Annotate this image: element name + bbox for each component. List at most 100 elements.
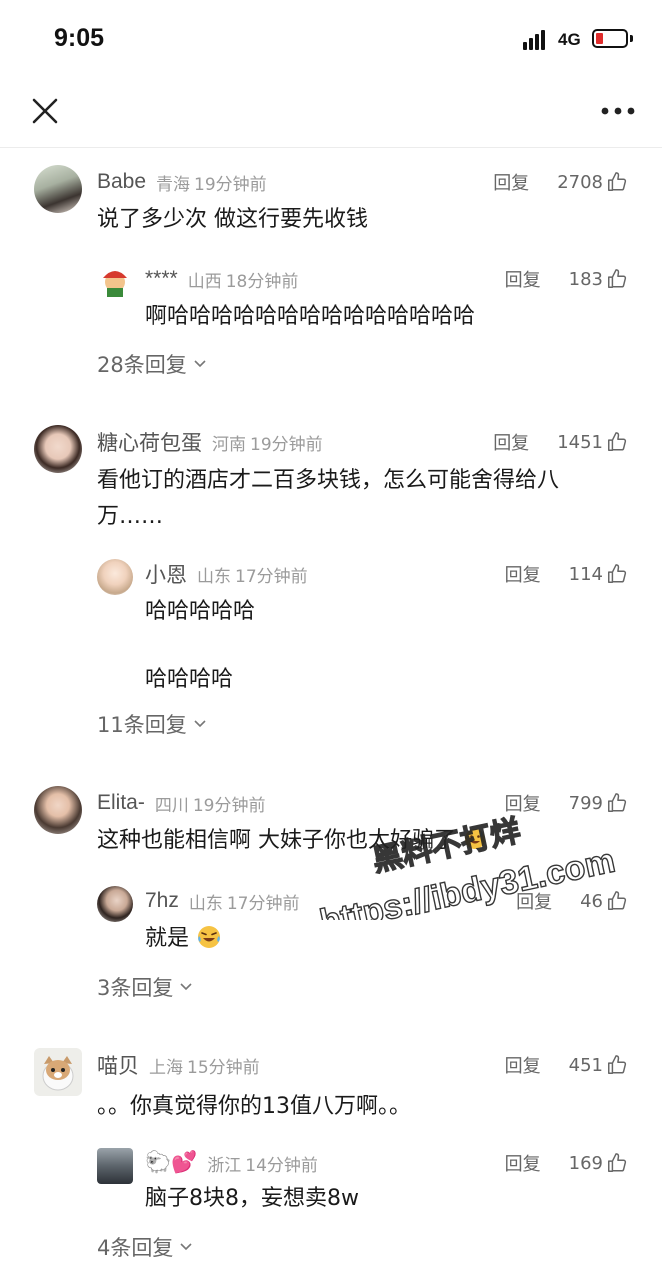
timestamp: 15分钟前 [187, 1057, 260, 1078]
reply-meta: 🐑💕 浙江 14分钟前 [145, 1146, 318, 1180]
reply-button[interactable]: 回复 [505, 561, 541, 587]
reply-button[interactable]: 回复 [516, 888, 552, 914]
reply-button[interactable]: 回复 [505, 790, 541, 816]
like-count: 169 [568, 1152, 603, 1174]
comment-text: 说了多少次 做这行要先收钱 [97, 207, 368, 232]
timestamp: 17分钟前 [235, 566, 308, 587]
reply-item: 7hz 山东 17分钟前 回复 46 就是 [0, 884, 662, 964]
timestamp: 17分钟前 [226, 893, 300, 914]
timestamp: 18分钟前 [225, 271, 299, 292]
grinning-sweat-emoji [465, 829, 485, 849]
thumbs-up-icon[interactable] [606, 1152, 628, 1174]
comment-meta: Elita- 四川 19分钟前 [97, 786, 266, 820]
thumbs-up-icon[interactable] [606, 563, 628, 585]
comment-text: 这种也能相信啊 大妹子你也太好骗了 [97, 824, 617, 858]
like-count: 2708 [557, 171, 603, 193]
status-bar: 9:05 4G [0, 0, 662, 80]
avatar[interactable] [97, 886, 133, 922]
username[interactable]: 小恩 [145, 559, 187, 589]
like-count: 799 [568, 792, 603, 814]
network-label: 4G [558, 30, 581, 49]
more-replies-button[interactable]: 3条回复 [97, 972, 193, 1002]
reply-button[interactable]: 回复 [493, 169, 529, 195]
signal-icon [523, 30, 549, 50]
avatar[interactable] [97, 559, 133, 595]
thumbs-up-icon[interactable] [606, 1054, 628, 1076]
more-replies-label: 4条回复 [97, 1236, 174, 1260]
reply-item: 🐑💕 浙江 14分钟前 回复 169 脑子8块8，妄想卖8w [0, 1146, 662, 1226]
comment-item: Babe 青海 19分钟前 回复 2708 说了多少次 做这行要先收钱 ****… [0, 165, 662, 390]
reply-button[interactable]: 回复 [505, 266, 541, 292]
reply-button[interactable]: 回复 [505, 1052, 541, 1078]
more-replies-label: 11条回复 [97, 713, 187, 737]
avatar[interactable] [34, 425, 82, 473]
username[interactable]: **** [145, 267, 178, 291]
more-replies-button[interactable]: 11条回复 [97, 709, 207, 739]
reply-actions: 回复 183 [505, 262, 628, 296]
chevron-down-icon [194, 360, 206, 368]
chevron-down-icon [194, 720, 206, 728]
avatar[interactable] [97, 264, 133, 300]
battery-cap [630, 35, 633, 42]
more-replies-button[interactable]: 28条回复 [97, 349, 207, 379]
username[interactable]: Elita- [97, 791, 145, 815]
comment-meta: 糖心荷包蛋 河南 19分钟前 [97, 425, 323, 459]
avatar[interactable] [97, 1148, 133, 1184]
username[interactable]: 🐑💕 [145, 1151, 197, 1175]
thumbs-up-icon[interactable] [606, 431, 628, 453]
comment-actions: 回复 451 [505, 1048, 628, 1082]
thumbs-up-icon[interactable] [606, 890, 628, 912]
comment-actions: 回复 799 [505, 786, 628, 820]
reply-button[interactable]: 回复 [505, 1150, 541, 1176]
more-replies-button[interactable]: 4条回复 [97, 1232, 193, 1262]
laughing-tears-emoji [198, 926, 221, 948]
username[interactable]: 喵贝 [97, 1050, 139, 1080]
thumbs-up-icon[interactable] [606, 171, 628, 193]
more-replies-label: 3条回复 [97, 976, 174, 1000]
more-icon[interactable] [600, 106, 636, 116]
location: 河南 [212, 434, 246, 455]
avatar[interactable] [34, 165, 82, 213]
reply-meta: 小恩 山东 17分钟前 [145, 557, 308, 591]
reply-button[interactable]: 回复 [493, 429, 529, 455]
reply-text-line: 哈哈哈哈哈 [145, 599, 256, 624]
comment-item: 糖心荷包蛋 河南 19分钟前 回复 1451 看他订的酒店才二百多块钱，怎么可能… [0, 425, 662, 750]
timestamp: 14分钟前 [245, 1155, 318, 1176]
timestamp: 19分钟前 [194, 174, 267, 195]
like-count: 451 [568, 1054, 603, 1076]
status-time: 9:05 [54, 24, 105, 52]
reply-actions: 回复 114 [505, 557, 628, 591]
reply-text: 啊哈哈哈哈哈哈哈哈哈哈哈哈哈哈 [145, 304, 476, 329]
comment-text: 看他订的酒店才二百多块钱，怎么可能舍得给八万…… [97, 468, 560, 529]
battery-icon [592, 29, 628, 48]
comment-text-content: 这种也能相信啊 大妹子你也太好骗了 [97, 828, 456, 853]
username[interactable]: Babe [97, 170, 146, 194]
avatar[interactable] [34, 786, 82, 834]
like-count: 46 [580, 890, 603, 912]
reply-text: 就是 [145, 922, 615, 956]
reply-actions: 回复 169 [505, 1146, 628, 1180]
comment-meta: 喵贝 上海 15分钟前 [97, 1048, 260, 1082]
location: 四川 [154, 795, 189, 816]
reply-meta: 7hz 山东 17分钟前 [145, 884, 300, 918]
location: 山东 [197, 566, 231, 587]
like-count: 183 [568, 268, 603, 290]
location: 青海 [156, 174, 191, 195]
location: 山东 [188, 893, 223, 914]
timestamp: 19分钟前 [250, 434, 323, 455]
comment-actions: 回复 2708 [493, 165, 628, 199]
close-icon[interactable] [30, 96, 60, 126]
thumbs-up-icon[interactable] [606, 792, 628, 814]
like-count: 114 [568, 563, 603, 585]
location: 山西 [187, 271, 222, 292]
username[interactable]: 7hz [145, 889, 179, 913]
reply-actions: 回复 46 [516, 884, 628, 918]
like-count: 1451 [557, 431, 603, 453]
chevron-down-icon [180, 983, 192, 991]
reply-text-content: 就是 [145, 926, 190, 951]
avatar[interactable] [34, 1048, 82, 1096]
location: 上海 [149, 1057, 183, 1078]
username[interactable]: 糖心荷包蛋 [97, 427, 202, 457]
thumbs-up-icon[interactable] [606, 268, 628, 290]
location: 浙江 [207, 1155, 242, 1176]
